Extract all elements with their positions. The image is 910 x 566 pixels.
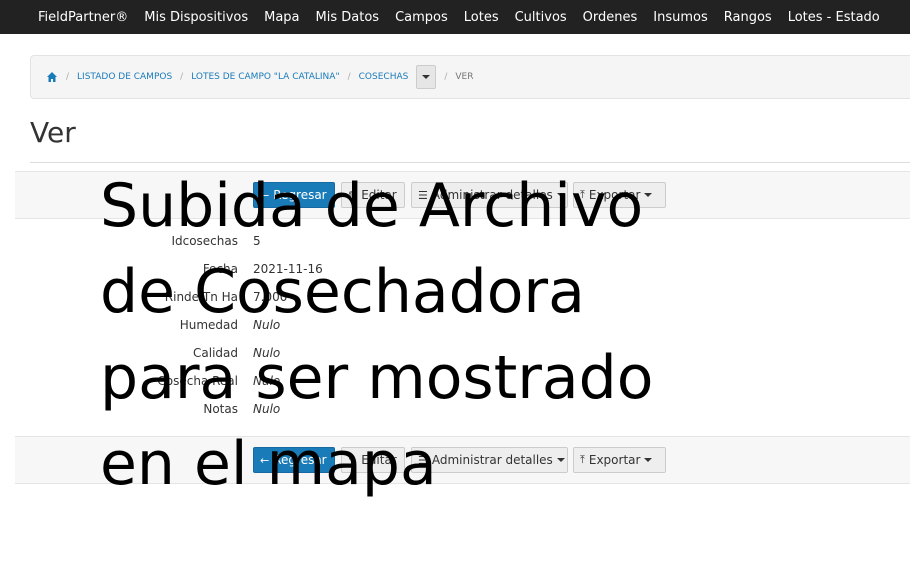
nav-item-mis-dispositivos[interactable]: Mis Dispositivos	[144, 10, 248, 25]
detail-label: Calidad	[193, 346, 238, 360]
detail-row: Humedad Nulo	[0, 318, 500, 338]
navbar-brand[interactable]: FieldPartner®	[38, 10, 128, 25]
export-icon: ⤒	[580, 188, 585, 201]
detail-row: Notas Nulo	[0, 402, 500, 422]
breadcrumb-listado-campos[interactable]: LISTADO DE CAMPOS	[77, 72, 172, 82]
detail-value: Nulo	[253, 318, 281, 332]
nav-item-insumos[interactable]: Insumos	[653, 10, 707, 25]
export-button[interactable]: ⤒ Exportar	[573, 447, 666, 473]
export-button-label: Exportar	[588, 188, 641, 202]
detail-label: Cosecha Real	[157, 374, 238, 388]
breadcrumb: / LISTADO DE CAMPOS / LOTES DE CAMPO "LA…	[30, 55, 910, 99]
nav-item-ordenes[interactable]: Ordenes	[583, 10, 638, 25]
detail-row: Idcosechas 5	[0, 234, 500, 254]
detail-row: Rinde Tn Ha 7.000	[0, 290, 500, 310]
back-button-label: Regresar	[273, 453, 327, 467]
detail-row: Calidad Nulo	[0, 346, 500, 366]
nav-item-lotes-estado[interactable]: Lotes - Estado	[788, 10, 880, 25]
back-button-label: Regresar	[273, 188, 327, 202]
top-navbar: FieldPartner® Mis Dispositivos Mapa Mis …	[0, 0, 910, 34]
list-icon: ☰	[418, 188, 428, 202]
detail-row: Cosecha Real Nulo	[0, 374, 500, 394]
detail-label: Notas	[203, 402, 238, 416]
nav-item-mapa[interactable]: Mapa	[264, 10, 299, 25]
caret-down-icon	[644, 458, 653, 462]
export-button-label: Exportar	[588, 453, 641, 467]
home-icon[interactable]	[46, 71, 58, 83]
breadcrumb-separator: /	[347, 72, 351, 82]
edit-button-label: Editar	[361, 188, 397, 202]
breadcrumb-cosechas[interactable]: COSECHAS	[359, 72, 409, 82]
detail-value: 7.000	[253, 290, 288, 304]
detail-row: Fecha 2021-11-16	[0, 262, 500, 282]
manage-details-label: Administrar detalles	[431, 188, 553, 202]
pencil-icon: ✎	[348, 453, 358, 467]
manage-details-label: Administrar detalles	[431, 453, 553, 467]
edit-button[interactable]: ✎ Editar	[341, 447, 405, 473]
detail-value: Nulo	[253, 374, 281, 388]
manage-details-button[interactable]: ☰ Administrar detalles	[411, 447, 568, 473]
detail-label: Rinde Tn Ha	[164, 290, 238, 304]
detail-value: 2021-11-16	[253, 262, 323, 276]
back-button[interactable]: ← Regresar	[253, 447, 335, 473]
back-button[interactable]: ← Regresar	[253, 182, 335, 208]
detail-label: Idcosechas	[171, 234, 238, 248]
manage-details-button[interactable]: ☰ Administrar detalles	[411, 182, 568, 208]
breadcrumb-separator: /	[66, 72, 70, 82]
edit-button[interactable]: ✎ Editar	[341, 182, 405, 208]
caret-down-icon	[644, 193, 653, 197]
nav-item-lotes[interactable]: Lotes	[464, 10, 499, 25]
export-button[interactable]: ⤒ Exportar	[573, 182, 666, 208]
list-icon: ☰	[418, 453, 428, 467]
caret-down-icon	[556, 193, 565, 197]
export-icon: ⤒	[580, 453, 585, 466]
page-title: Ver	[30, 116, 76, 149]
caret-down-icon	[422, 75, 431, 79]
breadcrumb-lotes-campo[interactable]: LOTES DE CAMPO "LA CATALINA"	[191, 72, 339, 82]
detail-label: Fecha	[202, 262, 238, 276]
breadcrumb-dropdown-button[interactable]	[416, 65, 437, 89]
arrow-left-icon: ←	[260, 453, 270, 467]
detail-label: Humedad	[179, 318, 238, 332]
breadcrumb-separator: /	[444, 72, 448, 82]
title-divider	[30, 162, 910, 163]
nav-item-campos[interactable]: Campos	[395, 10, 448, 25]
pencil-icon: ✎	[348, 188, 358, 202]
breadcrumb-separator: /	[180, 72, 184, 82]
detail-value: Nulo	[253, 402, 281, 416]
detail-value: 5	[253, 234, 261, 248]
toolbar-top: ← Regresar ✎ Editar ☰ Administrar detall…	[15, 171, 910, 219]
caret-down-icon	[556, 458, 565, 462]
toolbar-bottom: ← Regresar ✎ Editar ☰ Administrar detall…	[15, 436, 910, 484]
nav-item-cultivos[interactable]: Cultivos	[515, 10, 567, 25]
arrow-left-icon: ←	[260, 188, 270, 202]
edit-button-label: Editar	[361, 453, 397, 467]
nav-item-mis-datos[interactable]: Mis Datos	[316, 10, 380, 25]
nav-item-rangos[interactable]: Rangos	[724, 10, 772, 25]
breadcrumb-active: VER	[455, 72, 474, 82]
detail-value: Nulo	[253, 346, 281, 360]
